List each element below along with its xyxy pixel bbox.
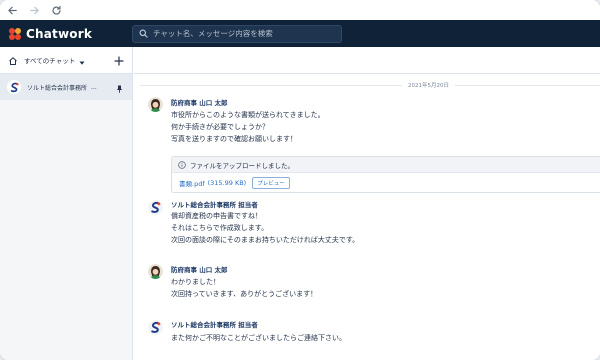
date-label: 2021年5月20日 [402, 81, 455, 89]
message-text: それはこちらで作成致します。 [171, 224, 269, 232]
room-header [134, 47, 600, 74]
message-item: ソルト総合会計事務所 担当者 また何かご不明なことがございましたらご連絡下さい。 [134, 319, 600, 349]
message-text: 償却資産税の申告書ですね！ [171, 212, 262, 220]
preview-button[interactable]: プレビュー [252, 177, 290, 189]
message-text: また何かご不明なことがございましたらご連絡下さい。 [171, 334, 346, 342]
salt-logo-icon [7, 80, 21, 94]
app-name: Chatwork [26, 26, 93, 41]
message-sender[interactable]: ソルト総合会計事務所 担当者 [171, 319, 258, 329]
room-name: ソルト総合会計事務所 [27, 84, 88, 92]
chat-filter-dropdown[interactable]: すべてのチャット [24, 55, 75, 65]
back-icon[interactable] [6, 4, 18, 16]
app-window: Chatwork すべてのチャット [0, 0, 600, 360]
chat-filter-row: すべてのチャット [0, 47, 132, 74]
user-avatar-icon [148, 97, 163, 112]
message-sender[interactable]: 防府商事 山口 太郎 [171, 264, 228, 274]
message-text: 市役所からこのような書類が送られてきました。 [171, 111, 325, 119]
file-link[interactable]: 書類.pdf [179, 178, 205, 188]
message-sender[interactable]: ソルト総合会計事務所 担当者 [171, 199, 258, 209]
avatar[interactable] [148, 200, 163, 215]
sidebar: すべてのチャット ソルト総合会計事務所 ... [0, 47, 133, 360]
add-chat-button[interactable] [114, 51, 124, 70]
date-separator: 2021年5月20日 [134, 81, 600, 91]
salt-logo-icon [148, 320, 163, 335]
search-icon [139, 29, 148, 38]
message-text: 次回の面談の際にそのままお持ちいただければ大丈夫です。 [171, 236, 360, 244]
chat-main: 2021年5月20日 防府商事 山口 太郎 市役所からこのような書類が送られてき… [134, 47, 600, 360]
browser-toolbar [0, 0, 600, 20]
search-box[interactable] [132, 24, 342, 43]
chatwork-logo-icon [9, 27, 21, 40]
file-size: (315.99 KB) [207, 179, 247, 187]
message-text: 何か手続きが必要でしょうか？ [171, 123, 269, 131]
pin-icon[interactable] [116, 78, 123, 97]
file-attachment-card: ファイルをアップロードしました。 書類.pdf (315.99 KB) プレビュ… [171, 156, 600, 193]
plus-icon [114, 55, 124, 66]
avatar[interactable] [148, 320, 163, 335]
message-text: 写真を送りますので確認お願いします！ [171, 135, 297, 143]
info-icon [178, 160, 186, 169]
message-sender[interactable]: 防府商事 山口 太郎 [171, 97, 228, 107]
file-notice: ファイルをアップロードしました。 [172, 157, 600, 173]
chevron-down-icon[interactable] [79, 51, 85, 70]
search-input[interactable] [153, 29, 333, 38]
avatar[interactable] [148, 264, 163, 279]
message-item: ソルト総合会計事務所 担当者 償却資産税の申告書ですね！ それはこちらで作成致し… [134, 199, 600, 259]
chatwork-logo[interactable]: Chatwork [8, 27, 130, 41]
forward-icon[interactable] [28, 4, 40, 16]
reload-icon[interactable] [50, 4, 62, 16]
room-avatar [7, 80, 21, 94]
message-text: 次回持っていきます、ありがとうございます！ [171, 290, 318, 298]
user-avatar-icon [148, 264, 163, 279]
avatar[interactable] [148, 97, 163, 112]
room-list-item[interactable]: ソルト総合会計事務所 ... [0, 74, 132, 100]
message-text: わかりました！ [171, 278, 220, 286]
salt-logo-icon [148, 200, 163, 215]
room-name-ellipsis: ... [91, 83, 97, 91]
message-item: 防府商事 山口 太郎 わかりました！ 次回持っていきます、ありがとうございます！ [134, 264, 600, 304]
message-timeline: 2021年5月20日 防府商事 山口 太郎 市役所からこのような書類が送られてき… [134, 75, 600, 360]
file-row: 書類.pdf (315.99 KB) プレビュー [172, 173, 600, 193]
file-notice-text: ファイルをアップロードしました。 [190, 161, 294, 170]
home-icon[interactable] [8, 51, 18, 70]
app-header: Chatwork [0, 20, 600, 47]
